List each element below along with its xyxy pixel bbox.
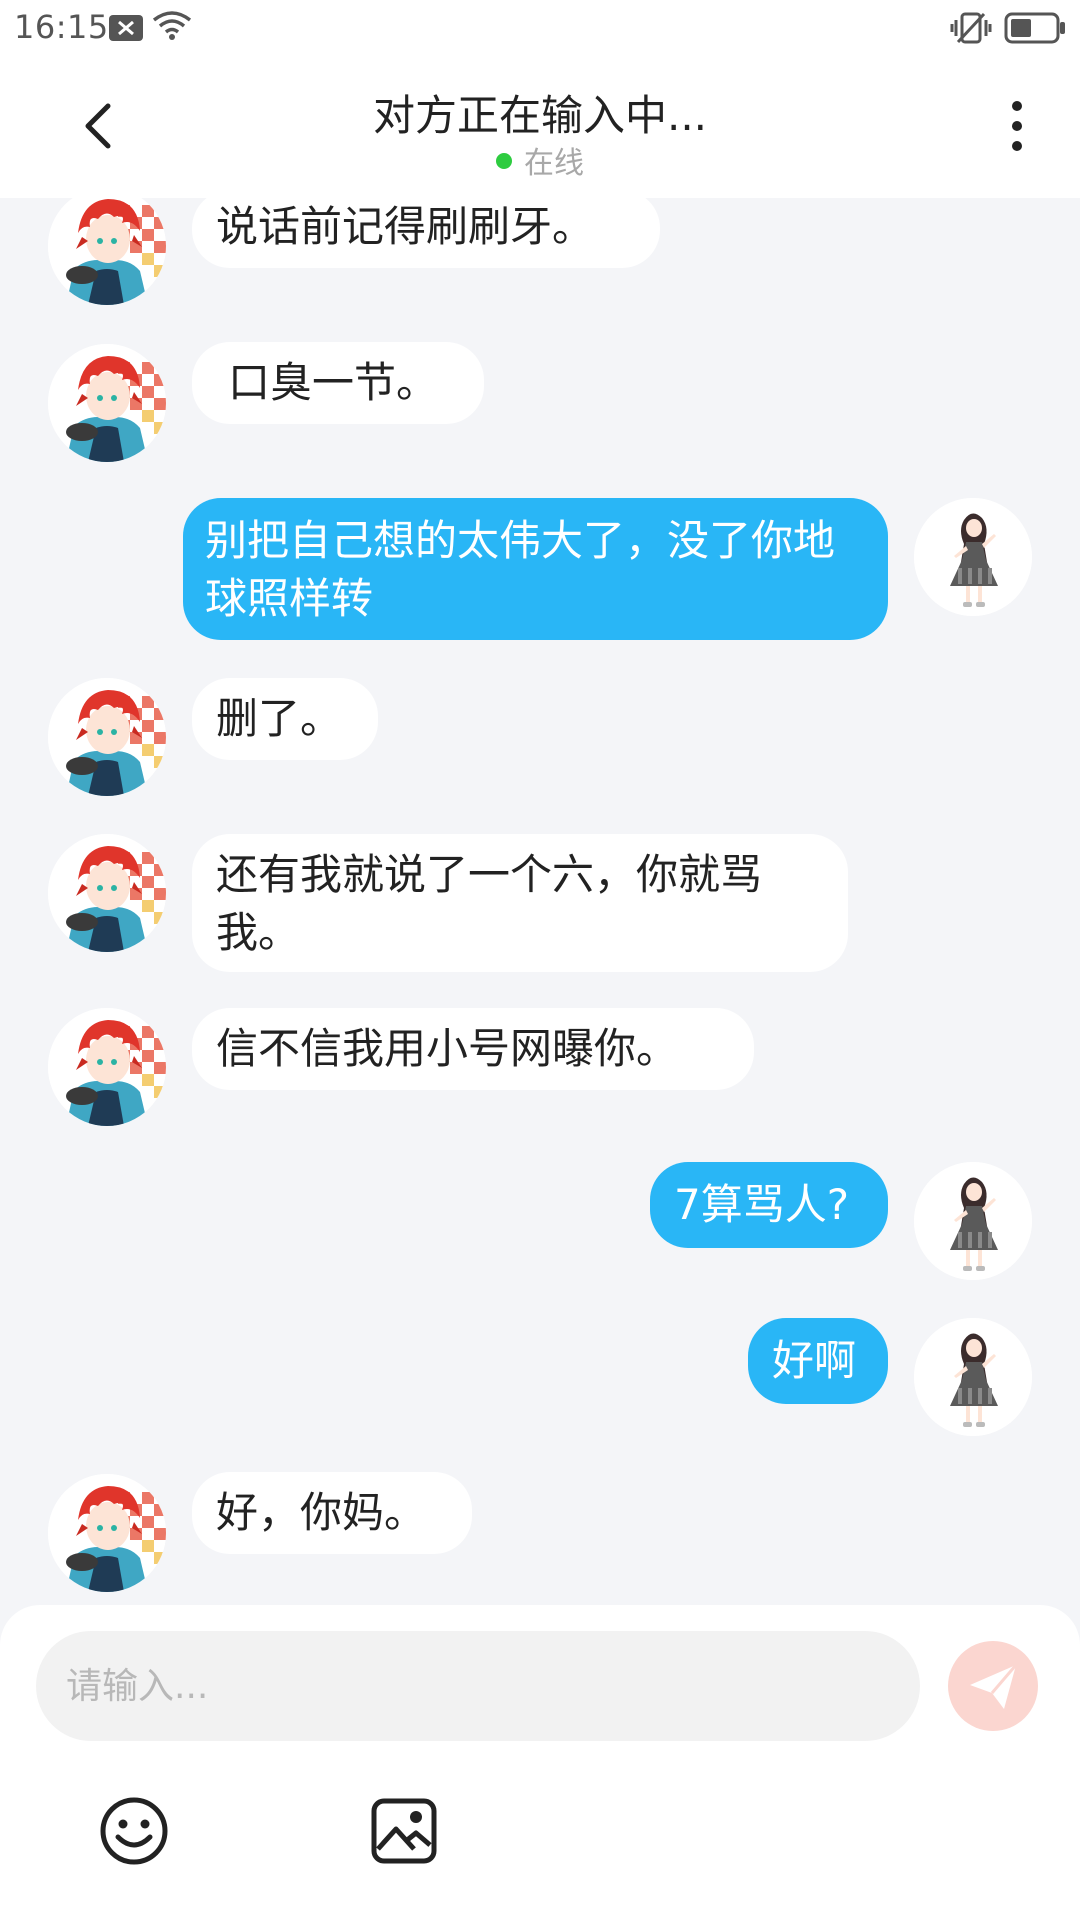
contact-avatar[interactable]: [48, 1474, 166, 1592]
message-bubble[interactable]: 还有我就说了一个六，你就骂我。: [192, 834, 848, 972]
emoji-icon[interactable]: [98, 1795, 170, 1867]
status-bar: 16:15: [0, 0, 1080, 56]
chat-header: 对方正在输入中... 在线: [0, 56, 1080, 198]
battery-icon: [1004, 12, 1065, 44]
contact-avatar[interactable]: [48, 344, 166, 462]
user-avatar[interactable]: [914, 1162, 1032, 1280]
message-bubble[interactable]: 说话前记得刷刷牙。: [192, 190, 660, 268]
image-icon[interactable]: [368, 1795, 440, 1867]
user-avatar[interactable]: [914, 1318, 1032, 1436]
message-bubble[interactable]: 信不信我用小号网曝你。: [192, 1008, 754, 1090]
message-bubble[interactable]: 好啊: [748, 1318, 888, 1404]
send-icon: [970, 1664, 1018, 1709]
online-status-label: 在线: [524, 146, 584, 181]
message-input[interactable]: [36, 1631, 920, 1741]
vibrate-icon: [950, 12, 992, 44]
more-vertical-icon[interactable]: [1002, 96, 1032, 156]
contact-avatar[interactable]: [48, 834, 166, 952]
online-dot: [496, 153, 512, 169]
message-bubble[interactable]: 7算骂人?: [650, 1162, 888, 1248]
send-button[interactable]: [948, 1641, 1038, 1731]
message-composer: [0, 1605, 1080, 1920]
message-bubble[interactable]: 删了。: [192, 678, 378, 760]
status-time: 16:15: [14, 8, 109, 46]
contact-avatar[interactable]: [48, 1008, 166, 1126]
wifi-icon: [152, 11, 192, 40]
notification-icon: [109, 15, 143, 41]
message-bubble[interactable]: 口臭一节。: [192, 342, 484, 424]
page-title: 对方正在输入中...: [372, 91, 708, 140]
user-avatar[interactable]: [914, 498, 1032, 616]
message-bubble[interactable]: 别把自己想的太伟大了，没了你地球照样转: [183, 498, 888, 640]
online-status: 在线: [0, 138, 1080, 182]
message-bubble[interactable]: 好，你妈。: [192, 1472, 472, 1554]
contact-avatar[interactable]: [48, 678, 166, 796]
contact-avatar[interactable]: [48, 187, 166, 305]
